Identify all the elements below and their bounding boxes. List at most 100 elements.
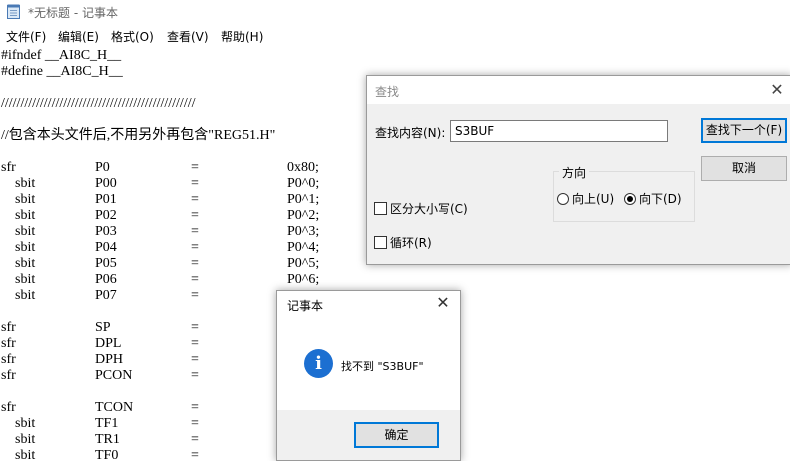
editor-token: sbit: [1, 208, 36, 223]
editor-token: DPL: [95, 336, 122, 351]
editor-token: P05: [95, 256, 117, 271]
direction-down-label: 向下(D): [639, 192, 682, 206]
editor-token: 0x80;: [287, 160, 319, 175]
editor-token: =: [191, 240, 199, 255]
editor-token: =: [191, 432, 199, 447]
cancel-button[interactable]: 取消: [701, 156, 787, 181]
editor-token: P0^0;: [287, 176, 320, 191]
editor-token: P0^1;: [287, 192, 320, 207]
editor-token: sbit: [1, 272, 36, 287]
editor-token: sbit: [1, 416, 36, 431]
editor-token: sfr: [1, 320, 16, 335]
editor-token: sbit: [1, 192, 36, 207]
editor-token: P01: [95, 192, 117, 207]
editor-token: P0^2;: [287, 208, 320, 223]
editor-token: P0^3;: [287, 224, 320, 239]
direction-group: 方向 向上(U) 向下(D): [553, 164, 695, 222]
ok-button[interactable]: 确定: [354, 422, 439, 448]
info-icon: i: [304, 349, 333, 378]
menu-bar: 文件(F) 编辑(E) 格式(O) 查看(V) 帮助(H): [0, 26, 790, 46]
editor-token: //包含本头文件后,不用另外再包含"REG51.H": [1, 128, 276, 143]
editor-token: =: [191, 272, 199, 287]
editor-token: =: [191, 288, 199, 303]
editor-token: SP: [95, 320, 111, 335]
menu-edit[interactable]: 编辑(E): [58, 28, 99, 45]
editor-token: =: [191, 256, 199, 271]
find-what-label: 查找内容(N):: [375, 126, 446, 140]
find-dialog-title: 查找: [375, 85, 400, 99]
editor-token: =: [191, 176, 199, 191]
menu-view[interactable]: 查看(V): [167, 28, 209, 45]
editor-token: =: [191, 448, 199, 459]
editor-token: =: [191, 400, 199, 415]
editor-token: P0^5;: [287, 256, 320, 271]
find-what-input[interactable]: [450, 120, 668, 142]
editor-token: P0: [95, 160, 110, 175]
direction-label: 方向: [559, 164, 590, 181]
find-dialog-titlebar: 查找 ✕: [367, 76, 790, 104]
wrap-around-box: [374, 236, 387, 249]
up-radio-circle: [557, 193, 569, 205]
editor-token: =: [191, 368, 199, 383]
editor-token: =: [191, 160, 199, 175]
menu-file[interactable]: 文件(F): [6, 28, 46, 45]
editor-token: P03: [95, 224, 117, 239]
editor-token: TF0: [95, 448, 119, 459]
find-next-button[interactable]: 查找下一个(F): [701, 118, 787, 143]
direction-down-radio[interactable]: 向下(D): [624, 190, 682, 207]
editor-token: P00: [95, 176, 117, 191]
message-box-title: 记事本: [287, 299, 324, 313]
editor-token: sbit: [1, 448, 36, 459]
editor-token: #ifndef __AI8C_H__: [1, 48, 122, 63]
editor-token: #define __AI8C_H__: [1, 64, 123, 79]
editor-token: DPH: [95, 352, 124, 367]
editor-token: P04: [95, 240, 117, 255]
message-footer: 确定: [277, 410, 460, 460]
editor-token: TR1: [95, 432, 120, 447]
window-title: *无标题 - 记事本: [28, 6, 118, 20]
editor-token: =: [191, 208, 199, 223]
wrap-around-label: 循环(R): [390, 236, 432, 250]
editor-token: ////////////////////////////////////////…: [1, 96, 196, 111]
notepad-icon: [7, 4, 20, 19]
editor-token: =: [191, 416, 199, 431]
editor-token: sbit: [1, 240, 36, 255]
match-case-box: [374, 202, 387, 215]
editor-token: sfr: [1, 400, 16, 415]
editor-token: P02: [95, 208, 117, 223]
editor-token: PCON: [95, 368, 133, 383]
editor-token: =: [191, 192, 199, 207]
editor-token: sbit: [1, 256, 36, 271]
message-text: 找不到 "S3BUF": [341, 360, 424, 373]
find-close-icon[interactable]: ✕: [767, 80, 787, 100]
find-dialog: 查找 ✕ 查找内容(N): 查找下一个(F) 取消 方向 向上(U) 向下(D)…: [366, 75, 790, 265]
direction-up-label: 向上(U): [572, 192, 615, 206]
editor-token: =: [191, 224, 199, 239]
direction-up-radio[interactable]: 向上(U): [557, 190, 614, 207]
editor-token: P0^6;: [287, 272, 320, 287]
title-bar: *无标题 - 记事本: [0, 0, 790, 24]
editor-token: sfr: [1, 368, 16, 383]
editor-token: P07: [95, 288, 117, 303]
wrap-around-checkbox[interactable]: 循环(R): [374, 234, 432, 251]
editor-token: P0^4;: [287, 240, 320, 255]
editor-token: =: [191, 320, 199, 335]
message-close-icon[interactable]: ✕: [433, 293, 453, 313]
editor-token: sbit: [1, 176, 36, 191]
editor-token: sbit: [1, 224, 36, 239]
editor-token: sfr: [1, 352, 16, 367]
menu-format[interactable]: 格式(O): [111, 28, 154, 45]
match-case-checkbox[interactable]: 区分大小写(C): [374, 200, 468, 217]
match-case-label: 区分大小写(C): [390, 202, 468, 216]
editor-token: =: [191, 336, 199, 351]
editor-token: TCON: [95, 400, 134, 415]
editor-token: P06: [95, 272, 117, 287]
editor-token: =: [191, 352, 199, 367]
editor-token: sfr: [1, 336, 16, 351]
editor-token: sfr: [1, 160, 16, 175]
down-radio-circle: [624, 193, 636, 205]
editor-token: sbit: [1, 432, 36, 447]
editor-token: sbit: [1, 288, 36, 303]
message-box: 记事本 ✕ i 找不到 "S3BUF" 确定: [276, 290, 461, 461]
menu-help[interactable]: 帮助(H): [221, 28, 263, 45]
